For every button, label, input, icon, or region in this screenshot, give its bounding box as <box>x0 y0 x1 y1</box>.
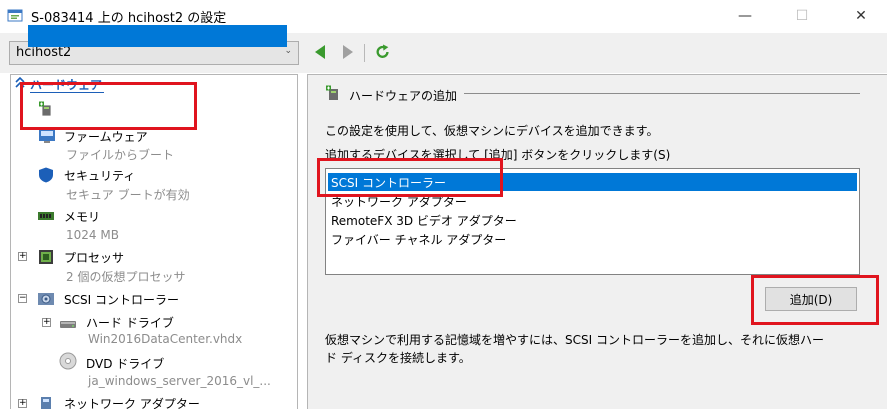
toolbar-separator <box>364 44 365 62</box>
section-divider <box>464 93 860 94</box>
device-item-fibre-channel[interactable]: ファイバー チャネル アダプター <box>331 231 506 248</box>
expand-processor-toggle[interactable]: + <box>18 252 27 261</box>
annotation-box-add-hardware <box>20 82 197 130</box>
minimize-button[interactable]: — <box>722 0 768 32</box>
tree-item-label[interactable]: ハード ドライブ <box>86 314 174 331</box>
refresh-icon[interactable] <box>375 43 391 61</box>
help-text-line-1: 仮想マシンで利用する記憶域を増やすには、SCSI コントローラーを追加し、それに… <box>325 333 824 347</box>
annotation-box-add-button <box>751 275 879 325</box>
chevron-down-icon: ⌄ <box>284 46 292 56</box>
tree-item-label[interactable]: ネットワーク アダプター <box>64 395 200 409</box>
window-title: S-083414 上の hcihost2 の設定 <box>31 11 227 26</box>
tree-item-sub: ファイルからブート <box>66 148 175 162</box>
tree-item-label[interactable]: SCSI コントローラー <box>64 291 179 308</box>
collapse-scsi-toggle[interactable]: − <box>18 294 27 303</box>
tree-item-label[interactable]: セキュリティ <box>64 167 135 184</box>
firmware-icon <box>39 129 55 143</box>
tree-item-sub: 2 個の仮想プロセッサ <box>66 270 186 284</box>
section-title: ハードウェアの追加 <box>349 89 458 103</box>
tree-item-sub: セキュア ブートが有効 <box>66 188 190 202</box>
device-item-remotefx-video[interactable]: RemoteFX 3D ビデオ アダプター <box>331 212 517 229</box>
memory-icon <box>38 212 54 220</box>
back-arrow-icon[interactable] <box>312 43 328 61</box>
add-hardware-icon <box>326 85 338 100</box>
tree-item-label[interactable]: プロセッサ <box>64 249 124 266</box>
tree-item-label[interactable]: ファームウェア <box>64 128 148 145</box>
tree-item-add-hardware[interactable] <box>28 25 287 47</box>
processor-icon <box>39 250 53 264</box>
maximize-button[interactable]: ☐ <box>779 0 825 32</box>
panel-description: この設定を使用して、仮想マシンにデバイスを追加できます。 <box>325 124 659 138</box>
annotation-box-scsi-controller <box>317 158 503 197</box>
tree-item-label[interactable]: メモリ <box>64 208 100 225</box>
network-adapter-icon <box>41 397 51 409</box>
expand-hard-drive-toggle[interactable]: + <box>42 318 51 327</box>
tree-item-sub: 1024 MB <box>66 228 119 242</box>
forward-arrow-icon[interactable] <box>340 43 356 61</box>
expand-network-toggle[interactable]: + <box>18 399 27 408</box>
dvd-drive-icon <box>59 352 77 370</box>
tree-item-sub: ja_windows_server_2016_vl_... <box>88 374 271 388</box>
hard-drive-icon <box>60 321 76 328</box>
vm-selector-value: hcihost2 <box>16 45 72 60</box>
help-text-line-2: ド ディスクを接続します。 <box>325 351 471 365</box>
scsi-controller-icon <box>38 293 54 305</box>
tree-item-label[interactable]: DVD ドライブ <box>86 355 164 372</box>
shield-icon <box>39 167 53 183</box>
settings-app-icon <box>7 9 23 22</box>
close-button[interactable]: ✕ <box>838 0 884 32</box>
tree-item-sub: Win2016DataCenter.vhdx <box>88 332 243 346</box>
